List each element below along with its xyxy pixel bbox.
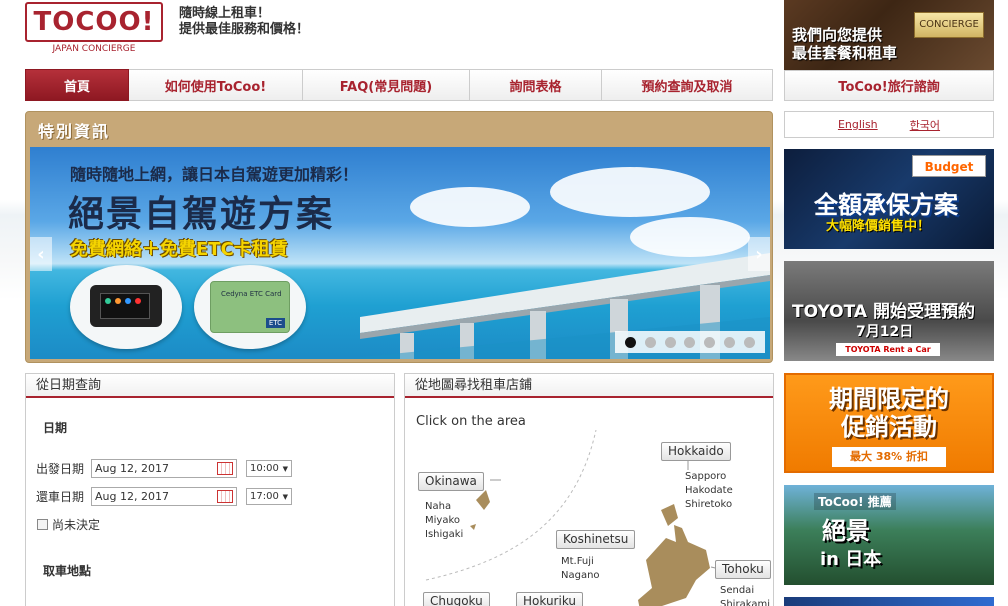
etc-card-name: Cedyna ETC Card — [221, 290, 282, 298]
slider-next-arrow-icon[interactable]: › — [748, 237, 770, 271]
return-time-value: 17:00 — [250, 491, 279, 502]
scenic-title: 絕景 — [822, 517, 870, 545]
banner-headline: 隨時隨地上網，讓日本自駕遊更加精彩！ — [70, 165, 359, 184]
nav-reservation-check[interactable]: 預約查詢及取消 — [602, 69, 773, 101]
nav-home[interactable]: 首頁 — [25, 69, 129, 101]
slider-dot-1[interactable] — [625, 336, 637, 348]
nav-inquiry-form[interactable]: 詢問表格 — [470, 69, 602, 101]
region-koshinetsu[interactable]: Koshinetsu — [556, 530, 636, 549]
slider-dot-2[interactable] — [645, 336, 657, 348]
depart-date-input[interactable]: Aug 12, 2017 — [91, 459, 237, 478]
scenic-subtitle: in 日本 — [820, 549, 882, 570]
slider-prev-arrow-icon[interactable]: ‹ — [30, 237, 52, 271]
concierge-banner-text: 我們向您提供 最佳套餐和租車 — [792, 26, 898, 62]
concierge-sign: CONCIERGE — [914, 12, 984, 38]
map-search-panel: 從地圖尋找租車店鋪 Click on the area Okinawa Naha… — [404, 373, 774, 606]
slider-dot-7[interactable] — [743, 336, 755, 348]
undecided-label: 尚未決定 — [52, 518, 101, 532]
return-time-select[interactable]: 17:00 — [246, 488, 292, 505]
budget-ad-banner[interactable]: Budget 全額承保方案 大幅降價銷售中！ — [784, 149, 994, 249]
etc-card-label: ETC — [265, 318, 285, 328]
scenic-japan-banner[interactable]: ToCoo! 推薦 絕景 in 日本 — [784, 485, 994, 585]
slider-dot-5[interactable] — [704, 336, 716, 348]
nav-faq[interactable]: FAQ(常見問題) — [303, 69, 470, 101]
promo-discount-badge: 最大 38% 折扣 — [832, 447, 946, 467]
toyota-ad-banner[interactable]: TOYOTA 開始受理預約 7月12日 TOYOTA Rent a Car — [784, 261, 994, 361]
undecided-checkbox[interactable] — [37, 519, 48, 530]
budget-logo: Budget — [912, 155, 986, 177]
concierge-banner[interactable]: CONCIERGE 我們向您提供 最佳套餐和租車 — [784, 0, 994, 70]
nav-how-to-use[interactable]: 如何使用ToCoo! — [129, 69, 303, 101]
pickup-location-label: 取車地點 — [43, 564, 92, 578]
hokkaido-cities: Sapporo Hakodate Shiretoko — [685, 471, 733, 510]
koshinetsu-cities: Mt.Fuji Nagano — [561, 556, 600, 581]
budget-ad-subtitle: 大幅降價銷售中！ — [826, 219, 931, 234]
bottom-ad-banner[interactable] — [784, 597, 994, 606]
main-nav: 首頁 如何使用ToCoo! FAQ(常見問題) 詢問表格 預約查詢及取消 — [25, 69, 773, 101]
toyota-rentacar-logo: TOYOTA Rent a Car — [836, 343, 940, 356]
lang-english-link[interactable]: English — [838, 118, 878, 131]
return-date-value: Aug 12, 2017 — [95, 490, 169, 503]
logo-text: TOCOO! — [33, 7, 155, 37]
return-date-label: 還車日期 — [36, 490, 85, 504]
tagline-line1: 隨時線上租車！ — [179, 6, 271, 21]
cloud-shape — [550, 167, 710, 217]
toyota-ad-title: TOYOTA 開始受理預約 — [792, 302, 975, 322]
promo-banner-slider[interactable]: 隨時隨地上網，讓日本自駕遊更加精彩！ 絕景自駕遊方案 免費網絡＋免費ETC卡租賃… — [30, 147, 770, 359]
depart-time-select[interactable]: 10:00 — [246, 460, 292, 477]
date-search-panel: 從日期查詢 日期 出發日期 Aug 12, 2017 10:00 還車日期 Au… — [25, 373, 395, 606]
japan-map[interactable]: Click on the area Okinawa Naha Miyako Is… — [406, 400, 774, 606]
region-okinawa[interactable]: Okinawa — [418, 472, 484, 491]
tohoku-cities: Sendai Shirakami — [720, 585, 770, 606]
region-tohoku[interactable]: Tohoku — [715, 560, 771, 579]
scenic-tag: ToCoo! 推薦 — [814, 493, 896, 510]
etc-card-disc: Cedyna ETC Card ETC — [194, 265, 306, 349]
banner-subtitle: 免費網絡＋免費ETC卡租賃 — [70, 239, 288, 260]
slider-dot-6[interactable] — [723, 336, 735, 348]
toyota-ad-date: 7月12日 — [856, 324, 914, 340]
slider-dot-3[interactable] — [664, 336, 676, 348]
promo-title: 期間限定的 促銷活動 — [829, 385, 949, 441]
map-search-heading: 從地圖尋找租車店鋪 — [405, 374, 773, 398]
depart-time-value: 10:00 — [250, 463, 279, 474]
date-label: 日期 — [43, 421, 68, 435]
lang-korean-link[interactable]: 한국어 — [910, 117, 940, 133]
special-info-panel: 特別資訊 隨時隨地上網，讓日本自駕遊更加精彩！ 絕景自駕遊方案 免費網絡＋免費E… — [25, 111, 773, 363]
okinawa-cities: Naha Miyako Ishigaki — [425, 501, 464, 540]
slider-dot-4[interactable] — [684, 336, 696, 348]
logo-subtitle: JAPAN CONCIERGE — [52, 44, 136, 54]
language-switcher: English 한국어 — [784, 111, 994, 138]
tagline: 隨時線上租車！ 提供最佳服務和價格！ — [179, 6, 309, 38]
tocoo-logo[interactable]: TOCOO! — [25, 2, 163, 42]
wifi-router-icon — [90, 285, 162, 327]
map-instruction: Click on the area — [416, 414, 526, 429]
wifi-router-disc — [70, 265, 182, 349]
cloud-shape — [410, 187, 530, 227]
depart-date-label: 出發日期 — [36, 462, 85, 476]
return-date-input[interactable]: Aug 12, 2017 — [91, 487, 237, 506]
limited-promo-banner[interactable]: 期間限定的 促銷活動 最大 38% 折扣 — [784, 373, 994, 473]
tagline-line2: 提供最佳服務和價格！ — [179, 22, 310, 37]
date-search-heading: 從日期查詢 — [26, 374, 394, 398]
calendar-icon[interactable] — [217, 462, 233, 475]
etc-card-icon: Cedyna ETC Card ETC — [210, 281, 290, 333]
region-hokuriku[interactable]: Hokuriku — [516, 592, 584, 606]
region-chugoku[interactable]: Chugoku — [423, 592, 490, 606]
region-hokkaido[interactable]: Hokkaido — [661, 442, 731, 461]
depart-date-value: Aug 12, 2017 — [95, 462, 169, 475]
slider-pagination — [615, 331, 765, 353]
banner-title: 絕景自駕遊方案 — [68, 194, 335, 235]
calendar-icon[interactable] — [217, 490, 233, 503]
special-info-title: 特別資訊 — [38, 122, 111, 141]
travel-consult-button[interactable]: ToCoo!旅行諮詢 — [784, 70, 994, 101]
